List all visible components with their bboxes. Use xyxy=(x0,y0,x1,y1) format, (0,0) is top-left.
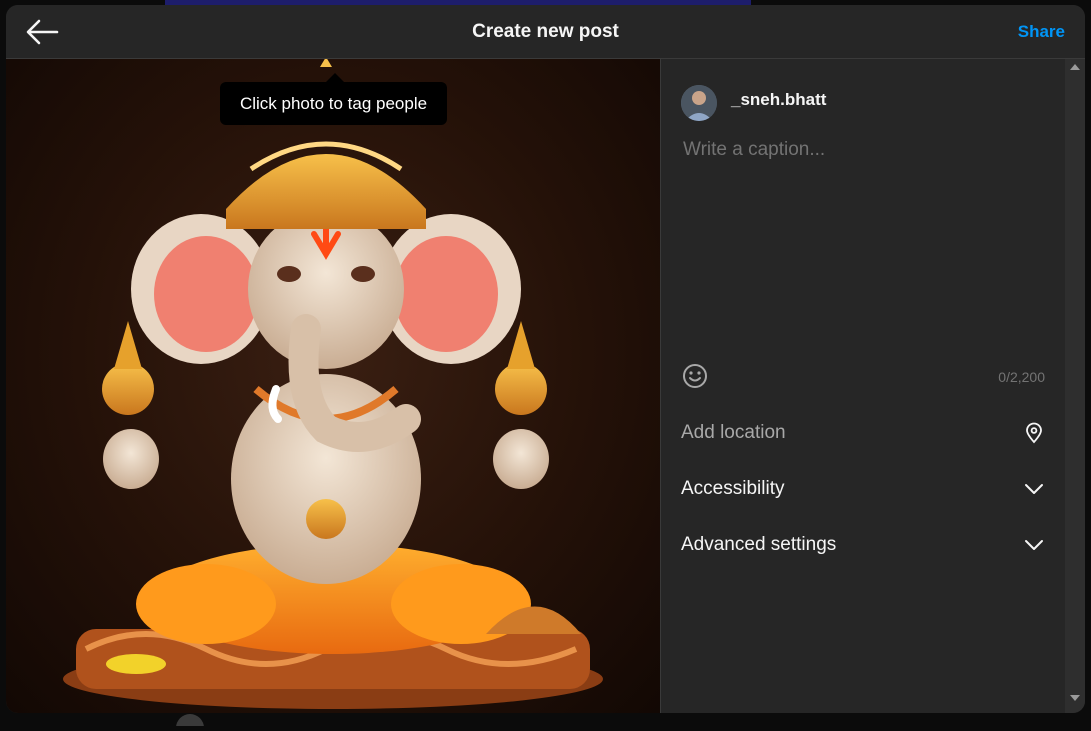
accessibility-label: Accessibility xyxy=(681,478,785,499)
advanced-settings-row[interactable]: Advanced settings xyxy=(661,517,1065,573)
smiley-icon xyxy=(683,364,707,388)
panel-scrollbar[interactable] xyxy=(1065,59,1085,713)
scroll-down-arrow-icon[interactable] xyxy=(1070,695,1080,701)
dialog-title: Create new post xyxy=(472,21,619,42)
emoji-button[interactable] xyxy=(681,362,709,390)
avatar-image xyxy=(681,85,717,121)
caption-panel: _sneh.bhatt 0/2,200 Add location Accessi… xyxy=(661,59,1065,713)
location-pin-icon xyxy=(1026,422,1042,444)
post-photo[interactable]: Click photo to tag people xyxy=(6,59,660,713)
avatar xyxy=(681,85,717,121)
add-location-row[interactable]: Add location xyxy=(661,405,1065,461)
tooltip-arrow xyxy=(326,73,344,82)
ganesha-image xyxy=(63,59,603,709)
tag-people-tooltip: Click photo to tag people xyxy=(220,82,447,125)
username: _sneh.bhatt xyxy=(731,90,827,109)
share-button[interactable]: Share xyxy=(1018,5,1065,58)
background-avatar-peek xyxy=(176,714,204,731)
add-location-label: Add location xyxy=(681,422,786,443)
caption-char-count: 0/2,200 xyxy=(998,369,1045,385)
accessibility-row[interactable]: Accessibility xyxy=(661,461,1065,517)
dialog-header: Create new post Share xyxy=(6,5,1085,59)
caption-input[interactable] xyxy=(681,137,1049,341)
scroll-up-arrow-icon[interactable] xyxy=(1070,64,1080,70)
chevron-down-icon xyxy=(1025,484,1043,494)
chevron-down-icon xyxy=(1025,540,1043,550)
advanced-settings-label: Advanced settings xyxy=(681,534,837,555)
create-post-dialog: Create new post Share Click photo to tag… xyxy=(6,5,1085,713)
background-feed-peek xyxy=(170,713,370,731)
